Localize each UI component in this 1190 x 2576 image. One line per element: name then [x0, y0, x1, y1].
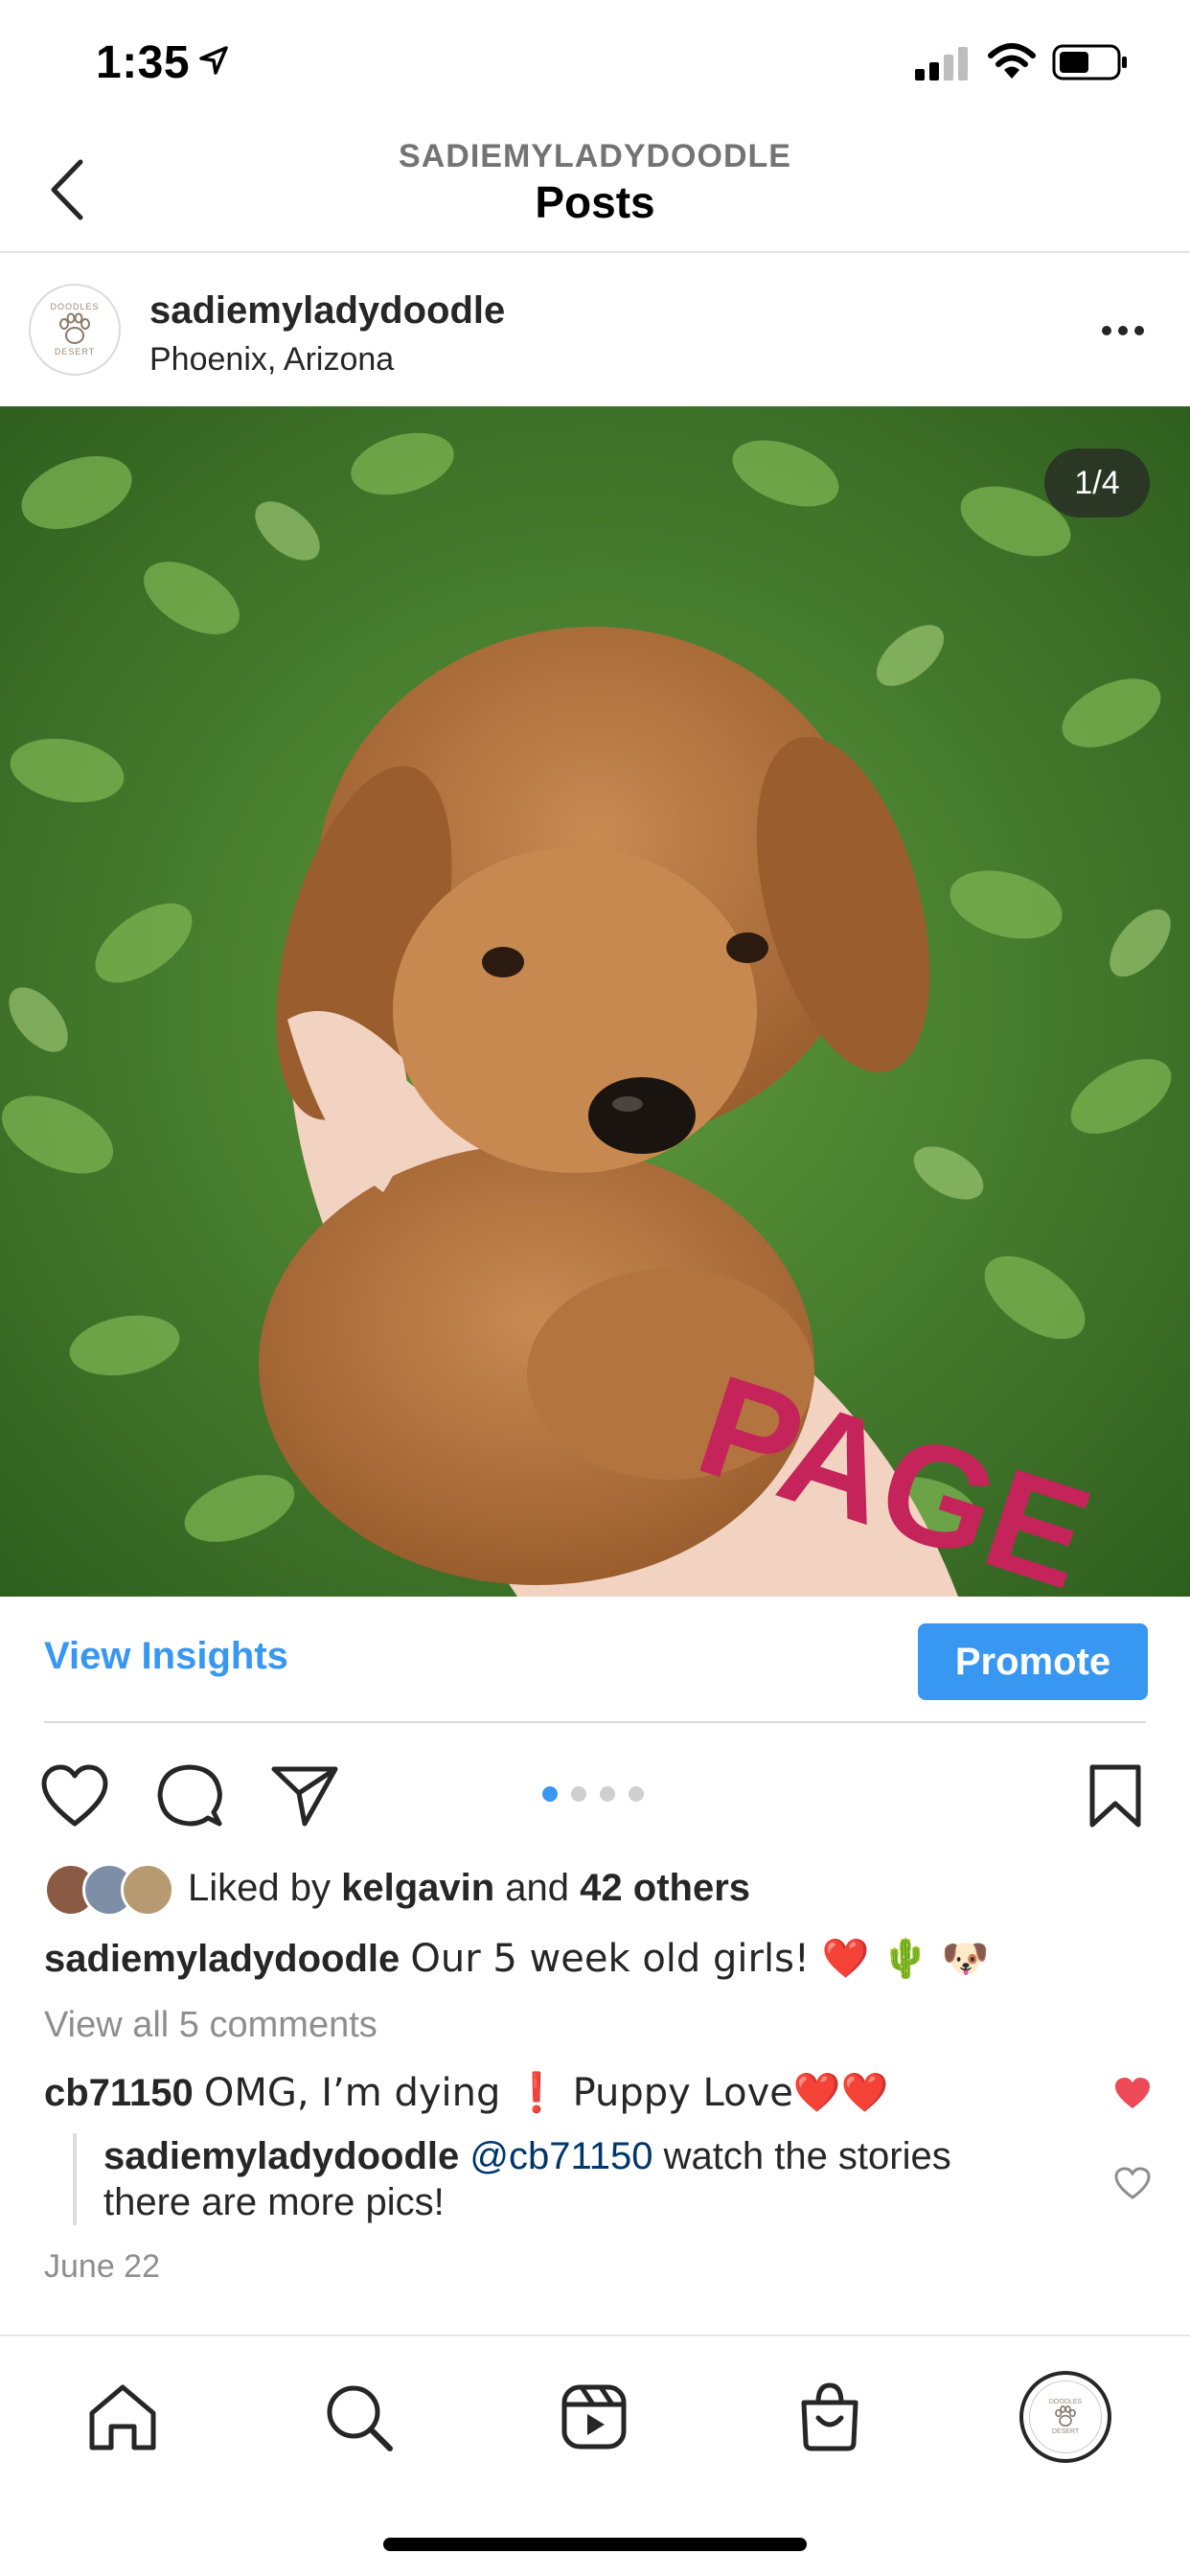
- avatar[interactable]: DOODLES DESERT: [29, 284, 121, 376]
- profile-avatar-text-bottom: DESERT: [1051, 2428, 1080, 2435]
- post-date: June 22: [44, 2248, 160, 2285]
- home-icon: [89, 2384, 156, 2450]
- image-counter-badge: 1/4: [1044, 448, 1150, 518]
- paw-logo-icon: [1055, 2405, 1076, 2427]
- post-location[interactable]: Phoenix, Arizona: [149, 341, 394, 379]
- liker-avatar: [121, 1863, 174, 1917]
- dot: [1134, 326, 1144, 335]
- dot: [1102, 326, 1111, 335]
- avatar-text-top: DOODLES: [50, 302, 100, 311]
- view-insights-link[interactable]: View Insights: [44, 1635, 288, 1678]
- carousel-dot: [600, 1786, 615, 1802]
- status-bar: 1:35: [0, 0, 1190, 126]
- location-arrow-icon: [199, 46, 228, 75]
- comment-reply: sadiemyladydoodle @cb71150 watch the sto…: [73, 2133, 1031, 2225]
- carousel-indicator: [542, 1786, 644, 1802]
- tab-shop[interactable]: [784, 2371, 876, 2463]
- search-icon: [327, 2385, 393, 2451]
- liker-avatars: [44, 1863, 174, 1917]
- comment-text: OMG, I’m dying ❗ Puppy Love❤️❤️: [203, 2071, 889, 2115]
- post-username[interactable]: sadiemyladydoodle: [149, 289, 505, 333]
- post-header: DOODLES DESERT sadiemyladydoodle Phoenix…: [0, 255, 1190, 406]
- signal-icon: [915, 47, 968, 80]
- likes-others-count[interactable]: 42 others: [580, 1867, 750, 1909]
- like-button[interactable]: [38, 1760, 111, 1832]
- likes-prefix: Liked by: [188, 1867, 342, 1909]
- reply-like-heart-icon[interactable]: [1113, 2166, 1152, 2200]
- send-icon: [271, 1766, 338, 1827]
- likes-middle: and: [494, 1867, 581, 1909]
- heart-icon: [41, 1764, 108, 1827]
- view-all-comments-link[interactable]: View all 5 comments: [44, 2005, 378, 2046]
- battery-icon: [1052, 44, 1127, 80]
- tab-reels[interactable]: [548, 2371, 640, 2463]
- paw-logo-icon: [59, 312, 90, 344]
- profile-avatar: DOODLES DESERT: [1029, 2380, 1102, 2453]
- share-button[interactable]: [268, 1760, 341, 1832]
- carousel-dot: [629, 1786, 644, 1802]
- more-options-button[interactable]: [1102, 316, 1154, 345]
- profile-avatar-text-top: DOODLES: [1048, 2399, 1083, 2405]
- carousel-dot: [571, 1786, 586, 1802]
- liker-username[interactable]: kelgavin: [341, 1867, 494, 1909]
- carousel-dot-active: [542, 1786, 558, 1802]
- caption: sadiemyladydoodle Our 5 week old girls! …: [44, 1936, 990, 1981]
- post-image[interactable]: PAGE: [0, 406, 1190, 1597]
- save-button[interactable]: [1079, 1760, 1152, 1832]
- likes-row[interactable]: Liked by kelgavin and 42 others: [44, 1859, 1146, 1920]
- caption-text: Our 5 week old girls! ❤️ 🌵 🐶: [410, 1937, 990, 1981]
- comment-like-heart-icon[interactable]: [1113, 2076, 1152, 2110]
- nav-header: SADIEMYLADYDOODLE Posts: [0, 126, 1190, 253]
- insights-row: View Insights Promote: [44, 1597, 1148, 1723]
- tab-search[interactable]: [312, 2371, 404, 2463]
- page-title: Posts: [535, 177, 655, 227]
- comment-button[interactable]: [153, 1760, 226, 1832]
- tab-home[interactable]: [77, 2371, 169, 2463]
- bookmark-icon: [1089, 1764, 1141, 1828]
- reply-username[interactable]: sadiemyladydoodle: [103, 2135, 459, 2177]
- wifi-icon: [988, 43, 1036, 79]
- reels-icon: [561, 2384, 627, 2450]
- status-time: 1:35: [96, 37, 191, 88]
- dot: [1118, 326, 1128, 335]
- puppy-photo: PAGE: [0, 406, 1190, 1597]
- likes-summary: Liked by kelgavin and 42 others: [188, 1867, 750, 1910]
- comment-icon: [157, 1764, 222, 1827]
- home-indicator[interactable]: [383, 2538, 807, 2551]
- comment-username[interactable]: cb71150: [44, 2072, 194, 2114]
- reply-mention[interactable]: @cb71150: [469, 2135, 652, 2177]
- comment: cb71150 OMG, I’m dying ❗ Puppy Love❤️❤️: [44, 2070, 888, 2115]
- account-name: SADIEMYLADYDOODLE: [399, 138, 791, 174]
- caption-username[interactable]: sadiemyladydoodle: [44, 1938, 400, 1980]
- action-bar: [0, 1725, 1190, 1857]
- tab-profile[interactable]: DOODLES DESERT: [1019, 2371, 1111, 2463]
- shop-icon: [801, 2382, 858, 2451]
- avatar-text-bottom: DESERT: [54, 347, 96, 356]
- promote-button[interactable]: Promote: [918, 1623, 1148, 1700]
